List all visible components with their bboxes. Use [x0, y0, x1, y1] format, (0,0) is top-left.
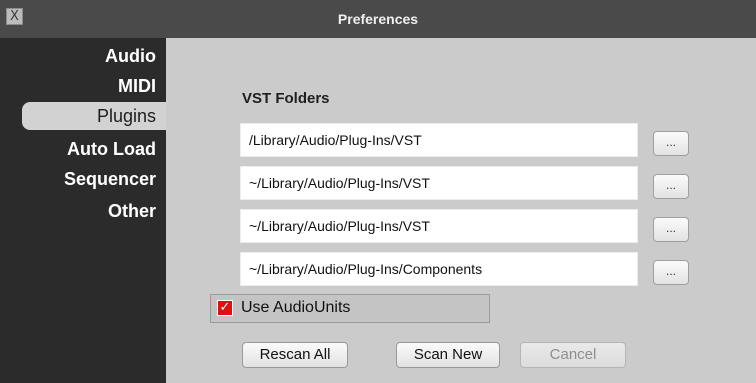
scan-new-button[interactable]: Scan New: [396, 342, 500, 368]
vst-folder-field-1[interactable]: /Library/Audio/Plug-Ins/VST: [240, 123, 638, 157]
sidebar-item-other[interactable]: Other: [108, 197, 156, 225]
section-title-vst-folders: VST Folders: [242, 90, 330, 107]
sidebar-item-sequencer[interactable]: Sequencer: [64, 165, 156, 193]
sidebar-item-audio[interactable]: Audio: [105, 42, 156, 70]
plugins-panel: VST Folders /Library/Audio/Plug-Ins/VST …: [166, 38, 756, 383]
use-audiounits-checkbox[interactable]: ✓: [217, 300, 233, 316]
window-title: Preferences: [337, 11, 419, 27]
cancel-button: Cancel: [520, 342, 626, 368]
vst-folder-field-4[interactable]: ~/Library/Audio/Plug-Ins/Components: [240, 252, 638, 286]
browse-button-1[interactable]: ...: [653, 131, 689, 156]
use-audiounits-label: Use AudioUnits: [241, 299, 351, 316]
title-bar: Preferences X: [0, 0, 756, 38]
sidebar-item-plugins[interactable]: Plugins: [22, 102, 166, 130]
sidebar-item-auto-load[interactable]: Auto Load: [67, 135, 156, 163]
browse-button-2[interactable]: ...: [653, 174, 689, 199]
sidebar: Audio MIDI Plugins Auto Load Sequencer O…: [0, 38, 166, 383]
rescan-all-button[interactable]: Rescan All: [242, 342, 348, 368]
browse-button-4[interactable]: ...: [653, 260, 689, 285]
browse-button-3[interactable]: ...: [653, 217, 689, 242]
sidebar-item-midi[interactable]: MIDI: [118, 72, 156, 100]
vst-folder-field-2[interactable]: ~/Library/Audio/Plug-Ins/VST: [240, 166, 638, 200]
use-audiounits-option[interactable]: ✓ Use AudioUnits: [210, 294, 490, 323]
close-button[interactable]: X: [6, 8, 23, 25]
vst-folder-field-3[interactable]: ~/Library/Audio/Plug-Ins/VST: [240, 209, 638, 243]
